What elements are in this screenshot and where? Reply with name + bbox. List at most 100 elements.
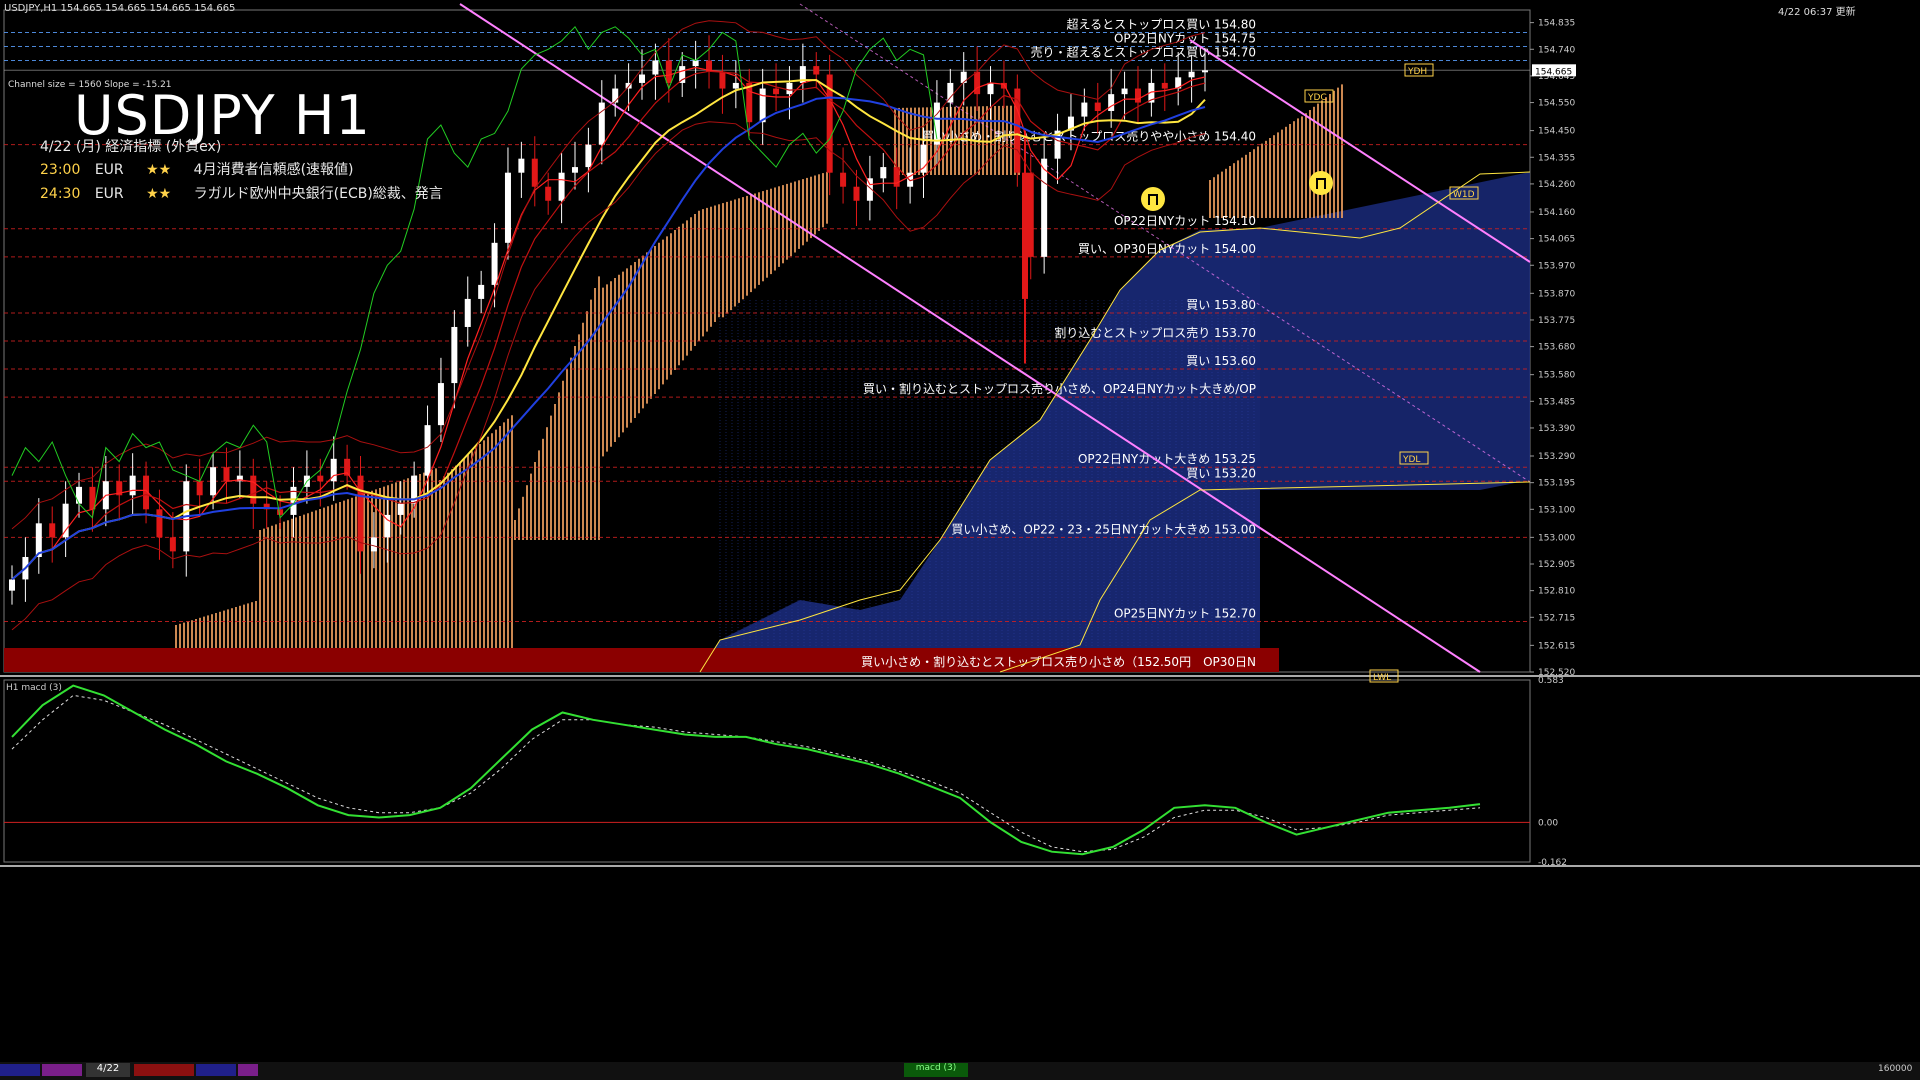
macd-tab[interactable]: macd (3) — [904, 1063, 968, 1077]
candle-body — [719, 71, 726, 89]
price-level-label: 超えるとストップロス買い 154.80 — [1067, 16, 1256, 31]
y-axis-label: 153.195 — [1538, 479, 1575, 489]
current-price-label: 154.665 — [1535, 67, 1572, 77]
candle-body — [1134, 88, 1141, 103]
y-axis-label: 154.160 — [1538, 208, 1575, 218]
candle-body — [518, 158, 525, 173]
candle-body — [960, 71, 967, 83]
candle-body — [759, 88, 766, 123]
candle-body — [598, 102, 605, 145]
y-axis-label: 153.000 — [1538, 533, 1575, 543]
y-axis-label: 154.450 — [1538, 127, 1575, 137]
ichimoku-cloud-blue-future — [1260, 172, 1530, 490]
y-axis-label: 153.970 — [1538, 261, 1575, 271]
candle-body — [665, 60, 672, 83]
y-axis-label: 153.870 — [1538, 289, 1575, 299]
event-currency: EUR — [94, 186, 124, 202]
events-heading: 4/22 (月) 経済指標 (外貨ex) — [40, 139, 222, 155]
candle-body — [1094, 102, 1101, 111]
y-axis-label: 153.485 — [1538, 397, 1575, 407]
candle-body — [987, 82, 994, 95]
price-level-label: 買い 153.20 — [1186, 466, 1256, 480]
candle-body — [451, 326, 458, 384]
candle-body — [880, 167, 887, 179]
event-row: 24:30 EUR ★★ ラガルド欧州中央銀行(ECB)総裁、発言 — [40, 183, 443, 203]
event-currency: EUR — [94, 162, 124, 178]
price-level-label: OP22日NYカット大きめ 153.25 — [1078, 452, 1256, 466]
macd-panel-frame — [3, 679, 1531, 863]
candle-body — [504, 172, 511, 243]
event-time: 24:30 — [40, 186, 81, 202]
macd-signal-line — [11, 694, 1481, 853]
candle-body — [1022, 172, 1028, 299]
y-axis-label: 154.355 — [1538, 153, 1575, 163]
date-tab[interactable]: 4/22 — [86, 1063, 130, 1077]
symbol-info: USDJPY,H1 154.665 154.665 154.665 154.66… — [4, 3, 236, 14]
chart-window: 超えるとストップロス買い 154.80 OP22日NYカット 154.75 売り・超… — [0, 0, 1920, 1080]
candle-body — [840, 172, 847, 187]
bottom-tab-bar: 4/22 macd (3) 160000 — [0, 1062, 1920, 1080]
event-stars: ★★ — [146, 162, 172, 178]
event-stars: ★★ — [146, 186, 172, 202]
macd-y-label: 0.00 — [1538, 818, 1558, 828]
macd-y-label: 0.583 — [1538, 676, 1564, 686]
event-time: 23:00 — [40, 162, 81, 178]
candle-body — [370, 537, 377, 552]
event-row: 23:00 EUR ★★ 4月消費者信頼感(速報値) — [40, 159, 354, 179]
candle-body — [49, 523, 56, 538]
event-name: ラガルド欧州中央銀行(ECB)総裁、発言 — [193, 186, 443, 202]
candle-body — [813, 66, 820, 75]
level-marker-label: LWL — [1373, 673, 1391, 683]
candle-body — [129, 475, 136, 496]
candle-body — [692, 60, 699, 67]
macd-y-label: -0.162 — [1538, 858, 1567, 868]
y-axis-label: 154.740 — [1538, 45, 1575, 55]
candle-body — [531, 158, 538, 187]
y-axis-label: 153.580 — [1538, 371, 1575, 381]
color-tab[interactable] — [238, 1064, 258, 1076]
color-tab[interactable] — [42, 1064, 82, 1076]
candle-body — [317, 475, 324, 482]
candle-body — [1202, 70, 1208, 73]
candle-body — [853, 186, 860, 201]
y-axis-label: 152.615 — [1538, 641, 1575, 651]
candle-body — [437, 383, 444, 426]
candle-body — [558, 172, 565, 201]
signal-icon — [1309, 171, 1333, 195]
level-marker-label: YDC — [1307, 93, 1327, 103]
price-level-label: 買い 153.80 — [1186, 298, 1256, 312]
y-axis-label: 153.100 — [1538, 505, 1575, 515]
candle-body — [491, 242, 498, 285]
candle-body — [571, 167, 578, 173]
y-axis-label: 152.715 — [1538, 613, 1575, 623]
y-axis-label: 153.290 — [1538, 452, 1575, 462]
y-axis-label: 152.810 — [1538, 587, 1575, 597]
color-tab[interactable] — [134, 1064, 194, 1076]
update-timestamp: 4/22 06:37 更新 — [1778, 7, 1856, 18]
y-axis-label: 153.680 — [1538, 343, 1575, 353]
candle-body — [210, 467, 217, 496]
event-name: 4月消費者信頼感(速報値) — [193, 162, 354, 178]
color-tab[interactable] — [196, 1064, 236, 1076]
candle-body — [397, 503, 404, 515]
candle-body — [545, 186, 552, 201]
y-axis-label: 154.260 — [1538, 180, 1575, 190]
candle-body — [357, 475, 364, 552]
candle-body — [585, 144, 592, 168]
candle-body — [732, 82, 739, 89]
signal-icon — [1141, 187, 1165, 211]
candle-body — [639, 74, 646, 83]
candle-body — [1108, 94, 1115, 111]
candle-body — [250, 475, 257, 504]
candle-body — [169, 537, 176, 552]
level-marker-label: W1D — [1453, 190, 1475, 200]
candle-body — [1081, 102, 1088, 117]
candle-body — [1027, 172, 1034, 257]
y-axis-label: 152.905 — [1538, 560, 1575, 570]
candle-body — [612, 88, 619, 103]
color-tab[interactable] — [0, 1064, 40, 1076]
level-marker-label: YDH — [1407, 67, 1427, 77]
candle-body — [156, 509, 163, 538]
candle-body — [773, 88, 780, 95]
price-level-label: 買い小さめ・割り込むとストップロス売り小さめ（152.50円 OP30日N — [861, 654, 1256, 669]
